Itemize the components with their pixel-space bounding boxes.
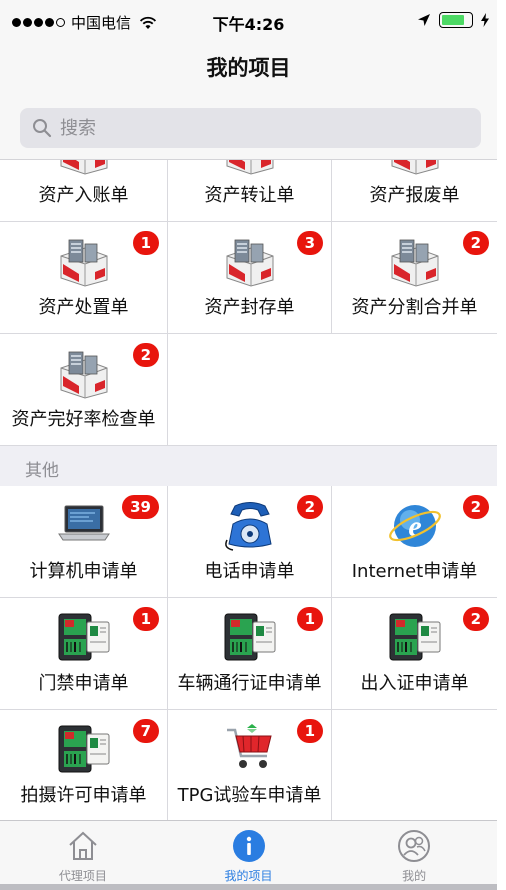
tab-label: 我的项目 bbox=[224, 869, 273, 883]
grid-item-label: 资产转让单 bbox=[204, 185, 295, 206]
grid-item[interactable]: 39 计算机申请单 bbox=[0, 486, 168, 598]
internet-explorer-icon: e bbox=[386, 498, 444, 552]
search-icon bbox=[33, 119, 52, 138]
grid-item-label: Internet申请单 bbox=[351, 561, 478, 582]
count-badge: 2 bbox=[462, 495, 489, 519]
asset-factory-icon bbox=[221, 234, 279, 288]
grid-item-label: 门禁申请单 bbox=[38, 673, 129, 694]
page-title: 我的项目 bbox=[206, 56, 291, 80]
tab-label: 代理项目 bbox=[58, 869, 107, 883]
info-icon bbox=[232, 829, 266, 863]
status-right bbox=[417, 12, 489, 28]
grid-item[interactable]: 资产报废单 bbox=[332, 160, 497, 222]
count-badge: 2 bbox=[132, 343, 159, 367]
grid-item-label: 资产入账单 bbox=[38, 185, 129, 206]
asset-grid: 资产入账单 资产转让单 资产报废单 1 资产处置单 3 资产封存单 2 资产分割合并单 2 资产完好… bbox=[0, 160, 497, 446]
grid-item-label: 资产封存单 bbox=[204, 297, 295, 318]
id-card-icon bbox=[55, 610, 113, 664]
count-badge: 1 bbox=[296, 719, 323, 743]
tab-item[interactable]: 我的 bbox=[331, 821, 497, 884]
asset-factory-icon bbox=[55, 234, 113, 288]
count-badge: 39 bbox=[122, 495, 159, 519]
asset-factory-icon bbox=[55, 346, 113, 400]
other-grid: 39 计算机申请单 2 电话申请单 e 2 Internet申请单 1 门禁申请单 1 车辆通行证申… bbox=[0, 486, 497, 820]
id-card-icon bbox=[221, 610, 279, 664]
user-icon bbox=[397, 829, 431, 863]
shopping-cart-icon bbox=[221, 722, 279, 776]
grid-item[interactable]: 1 门禁申请单 bbox=[0, 598, 168, 710]
grid-item-label: 电话申请单 bbox=[204, 561, 295, 582]
count-badge: 2 bbox=[296, 495, 323, 519]
empty-grid-cell bbox=[332, 710, 497, 820]
count-badge: 2 bbox=[462, 231, 489, 255]
tab-item[interactable]: 我的项目 bbox=[166, 821, 332, 884]
asset-factory-icon bbox=[386, 234, 444, 288]
battery-level-fill bbox=[442, 15, 465, 25]
asset-factory-icon bbox=[55, 160, 113, 176]
count-badge: 3 bbox=[296, 231, 323, 255]
grid-item-label: TPG试验车申请单 bbox=[177, 785, 322, 806]
grid-item[interactable]: 2 出入证申请单 bbox=[332, 598, 497, 710]
right-gutter bbox=[497, 0, 506, 890]
status-bar: 中国电信 下午4:26 bbox=[0, 0, 497, 40]
project-list[interactable]: 资产入账单 资产转让单 资产报废单 1 资产处置单 3 资产封存单 2 资产分割合并单 2 资产完好… bbox=[0, 160, 497, 820]
search-input[interactable] bbox=[60, 117, 440, 139]
grid-item[interactable]: 1 车辆通行证申请单 bbox=[168, 598, 332, 710]
bottom-strip bbox=[0, 884, 497, 890]
search-bar[interactable] bbox=[20, 108, 481, 148]
search-area bbox=[0, 92, 497, 160]
telephone-icon bbox=[221, 498, 279, 552]
grid-item[interactable]: 2 电话申请单 bbox=[168, 486, 332, 598]
grid-item[interactable]: 2 资产完好率检查单 bbox=[0, 334, 168, 446]
empty-grid-cell bbox=[168, 334, 332, 446]
grid-item-label: 资产处置单 bbox=[38, 297, 129, 318]
navigation-bar: 我的项目 bbox=[0, 40, 497, 92]
grid-item-label: 拍摄许可申请单 bbox=[20, 785, 147, 806]
tab-item[interactable]: 代理项目 bbox=[0, 821, 166, 884]
id-card-icon bbox=[55, 722, 113, 776]
grid-item-label: 车辆通行证申请单 bbox=[177, 673, 322, 694]
section-header-other: 其他 bbox=[0, 446, 497, 486]
grid-item[interactable]: 资产入账单 bbox=[0, 160, 168, 222]
asset-factory-icon bbox=[221, 160, 279, 176]
count-badge: 7 bbox=[132, 719, 159, 743]
phone-screen: 中国电信 下午4:26 我的项目 搜索 资产入账单 资产转让单 资产报废单 1 … bbox=[0, 0, 497, 890]
grid-item[interactable]: 3 资产封存单 bbox=[168, 222, 332, 334]
battery-icon bbox=[439, 12, 473, 28]
laptop-icon bbox=[55, 498, 113, 552]
empty-grid-cell bbox=[332, 334, 497, 446]
grid-item-label: 资产报废单 bbox=[369, 185, 460, 206]
count-badge: 2 bbox=[462, 607, 489, 631]
section-title: 其他 bbox=[25, 461, 59, 481]
id-card-icon bbox=[386, 610, 444, 664]
tab-label: 我的 bbox=[402, 869, 427, 883]
grid-item[interactable]: e 2 Internet申请单 bbox=[332, 486, 497, 598]
count-badge: 1 bbox=[132, 231, 159, 255]
grid-item-label: 出入证申请单 bbox=[360, 673, 469, 694]
charging-bolt-icon bbox=[481, 13, 489, 27]
location-arrow-icon bbox=[418, 14, 430, 26]
grid-item-label: 资产完好率检查单 bbox=[11, 409, 156, 430]
count-badge: 1 bbox=[296, 607, 323, 631]
grid-item-label: 资产分割合并单 bbox=[351, 297, 478, 318]
grid-item[interactable]: 资产转让单 bbox=[168, 160, 332, 222]
grid-item-label: 计算机申请单 bbox=[29, 561, 138, 582]
grid-item[interactable]: 1 资产处置单 bbox=[0, 222, 168, 334]
count-badge: 1 bbox=[132, 607, 159, 631]
grid-item[interactable]: 1 TPG试验车申请单 bbox=[168, 710, 332, 820]
grid-item[interactable]: 2 资产分割合并单 bbox=[332, 222, 497, 334]
grid-item[interactable]: 7 拍摄许可申请单 bbox=[0, 710, 168, 820]
asset-factory-icon bbox=[386, 160, 444, 176]
home-icon bbox=[66, 829, 100, 863]
tab-bar: 代理项目 我的项目 我的 bbox=[0, 820, 497, 884]
